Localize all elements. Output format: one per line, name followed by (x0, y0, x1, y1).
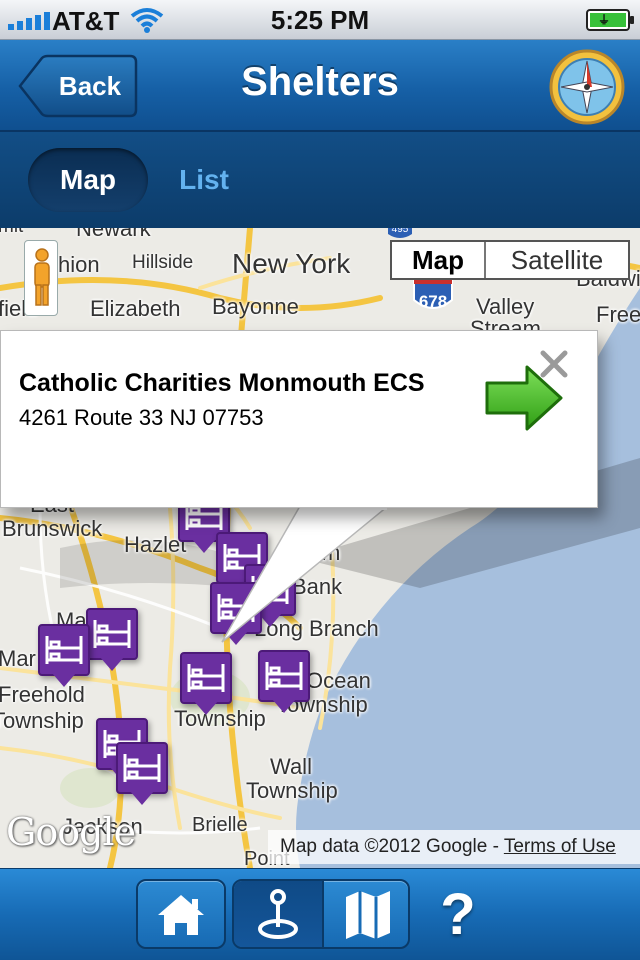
map-label-manalapan: Mar (0, 646, 36, 671)
map-label-freeport: Free (596, 302, 640, 327)
map-attribution: Map data ©2012 Google - Terms of Use (268, 830, 640, 864)
location-callout[interactable]: Catholic Charities Monmouth ECS 4261 Rou… (0, 330, 598, 508)
segment-map[interactable]: Map (28, 148, 148, 212)
street-view-pegman-icon[interactable] (24, 240, 58, 316)
folded-map-icon (346, 891, 390, 939)
map-type-satellite-button[interactable]: Satellite (486, 242, 628, 278)
segment-list[interactable]: List (168, 148, 240, 212)
attribution-text: Map data ©2012 Google - (280, 836, 504, 857)
shelter-bunk-bed-icon (217, 594, 255, 622)
home-button[interactable] (136, 879, 226, 949)
view-segmented-control: Map List (0, 132, 640, 228)
shelter-bunk-bed-icon (187, 664, 225, 692)
charging-plug-icon: ⏚ (598, 13, 611, 27)
navigation-bar: Back Shelters (0, 40, 640, 132)
shelter-marker[interactable] (86, 608, 138, 674)
shelter-bunk-bed-icon (93, 620, 131, 648)
map-label-summit: mit (0, 228, 23, 238)
map-label-bayonne: Bayonne (212, 294, 299, 319)
terms-of-use-link[interactable]: Terms of Use (504, 836, 616, 857)
compass-icon[interactable] (548, 48, 626, 126)
clock-time: 5:25 PM (270, 5, 370, 35)
shelter-marker[interactable] (180, 652, 232, 718)
shelter-bunk-bed-icon (265, 662, 303, 690)
map-type-map-button[interactable]: Map (392, 242, 486, 278)
interstate-shield-label: 495 (392, 228, 409, 235)
battery-icon: ⏚ (586, 9, 634, 31)
map-label-middletown: own (300, 540, 341, 565)
map-label-new-york: New York (232, 248, 351, 279)
location-pin-icon (258, 889, 298, 939)
map-label-brunswick: Brunswick (2, 516, 103, 541)
map-view-button[interactable] (322, 881, 408, 947)
shelter-bunk-bed-icon (123, 754, 161, 782)
status-bar: AT&T 5:25 PM ⏚ (0, 0, 640, 40)
map-label-township-4: Township (246, 778, 338, 803)
shelter-marker[interactable] (116, 742, 168, 808)
callout-title: Catholic Charities Monmouth ECS (19, 369, 425, 397)
map-tools-group (232, 879, 410, 949)
map-view[interactable]: 495 678 Newark Hillside New York Elizabe… (0, 228, 640, 868)
highway-shield-label: 678 (419, 292, 447, 311)
map-label-wall: Wall (270, 754, 312, 779)
shelter-marker[interactable] (258, 650, 310, 716)
map-label-township-1: Township (0, 708, 84, 733)
map-type-toggle: Map Satellite (390, 240, 630, 280)
map-label-brielle: Brielle (192, 814, 248, 836)
close-icon[interactable] (537, 347, 571, 381)
home-icon (158, 895, 204, 935)
map-label-hazlet: Hazlet (124, 532, 187, 557)
google-logo: Google (6, 810, 136, 854)
shelter-marker[interactable] (38, 624, 90, 690)
map-label-elizabeth: Elizabeth (90, 296, 181, 321)
map-label-red-bank: Bank (292, 574, 343, 599)
map-label-newark: Newark (76, 228, 151, 241)
help-icon[interactable]: ? (428, 877, 488, 953)
location-button[interactable] (234, 881, 322, 947)
map-label-ocean: Ocean (306, 668, 371, 693)
map-label-union: hion (58, 252, 100, 277)
bottom-toolbar: ? (0, 868, 640, 960)
callout-address: 4261 Route 33 NJ 07753 (19, 405, 264, 430)
shelter-marker[interactable] (210, 582, 262, 648)
page-title: Shelters (241, 60, 399, 104)
map-label-hillside: Hillside (132, 252, 194, 273)
shelter-bunk-bed-icon (45, 636, 83, 664)
